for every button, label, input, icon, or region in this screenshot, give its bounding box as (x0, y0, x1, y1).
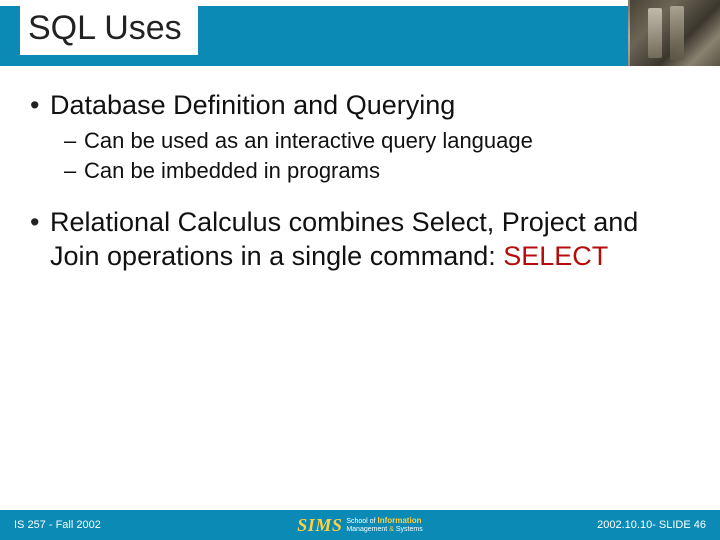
slide: SQL Uses Database Definition and Queryin… (0, 0, 720, 540)
sims-schoolof: School of (346, 518, 375, 525)
spacer (26, 187, 694, 205)
bullet-level1: Database Definition and Querying (26, 88, 694, 123)
footer-center-logo: SIMS School of Information Management & … (297, 515, 422, 536)
sims-information: Information (377, 516, 421, 525)
sims-systems: Systems (396, 526, 423, 533)
footer-left: IS 257 - Fall 2002 (14, 519, 101, 531)
sims-line2: Management & Systems (346, 526, 422, 533)
sims-subtext: School of Information Management & Syste… (346, 517, 422, 533)
slide-body: Database Definition and Querying Can be … (0, 66, 720, 540)
footer-bar: IS 257 - Fall 2002 SIMS School of Inform… (0, 510, 720, 540)
bullet-level2: Can be imbedded in programs (26, 157, 694, 185)
footer-right: 2002.10.10- SLIDE 46 (597, 519, 706, 531)
bullet-level1: Relational Calculus combines Select, Pro… (26, 205, 694, 274)
keyword-select: SELECT (503, 241, 608, 271)
bullet-level2: Can be used as an interactive query lang… (26, 127, 694, 155)
slide-title: SQL Uses (20, 6, 198, 55)
title-wrap: SQL Uses (0, 0, 720, 66)
sims-amp: & (389, 526, 394, 533)
header-photo (628, 0, 720, 66)
title-bar: SQL Uses (0, 0, 720, 66)
sims-management: Management (346, 526, 387, 533)
sims-logo-text: SIMS (297, 515, 342, 536)
sims-line1: School of Information (346, 517, 422, 525)
